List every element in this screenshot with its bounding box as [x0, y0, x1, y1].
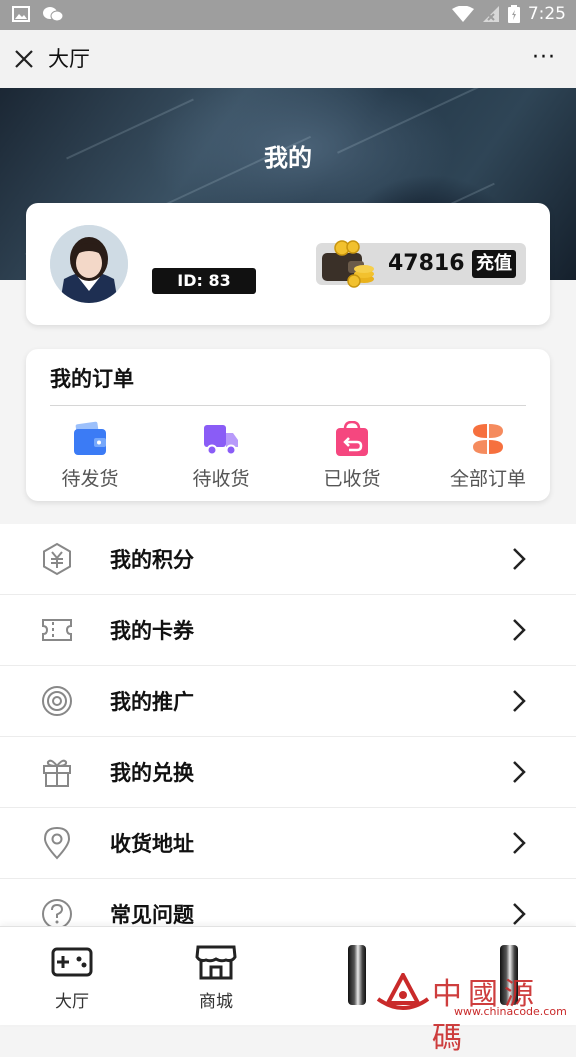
- balance-value: 47816: [388, 251, 465, 276]
- page-title: 我的: [264, 144, 312, 172]
- order-received[interactable]: 已收货: [302, 420, 402, 491]
- order-pending-receipt[interactable]: 待收货: [171, 421, 271, 491]
- watermark-emblem-icon: [376, 973, 430, 1010]
- chevron-right-icon: [513, 548, 526, 570]
- tab-lobby[interactable]: 大厅: [27, 943, 117, 1012]
- battery-icon: [507, 5, 520, 23]
- menu-item-exchange[interactable]: 我的兑换: [0, 737, 576, 808]
- wallet-icon: [74, 421, 106, 455]
- image-notification-icon: [12, 6, 30, 22]
- menu-label: 常见问题: [110, 903, 194, 927]
- tab-placeholder: [348, 945, 366, 1005]
- chevron-right-icon: [513, 832, 526, 854]
- tab-label: 大厅: [55, 992, 89, 1012]
- orders-heading: 我的订单: [50, 367, 134, 391]
- chevron-right-icon: [513, 690, 526, 712]
- status-time: 7:25: [527, 4, 566, 24]
- wechat-notification-icon: [43, 7, 64, 22]
- coupon-icon: [42, 619, 72, 641]
- profile-card: ID: 83 47816 充值: [26, 203, 550, 325]
- menu-item-address[interactable]: 收货地址: [0, 808, 576, 879]
- shop-icon: [195, 945, 237, 980]
- user-id-badge: ID: 83: [152, 268, 256, 294]
- points-icon: [43, 542, 71, 576]
- order-pending-shipment[interactable]: 待发货: [40, 421, 140, 491]
- status-bar: 7:25: [0, 0, 576, 30]
- menu-item-promotion[interactable]: 我的推广: [0, 666, 576, 737]
- menu-label: 我的卡券: [110, 619, 194, 643]
- menu-label: 我的积分: [110, 548, 194, 572]
- menu-label: 我的兑换: [110, 761, 194, 785]
- gift-icon: [43, 759, 71, 787]
- more-options-icon[interactable]: ···: [532, 47, 556, 69]
- grid-icon: [473, 424, 503, 454]
- tab-label: 商城: [199, 992, 233, 1012]
- order-label: 全部订单: [449, 468, 526, 490]
- close-icon[interactable]: [12, 47, 36, 71]
- order-label: 待收货: [192, 468, 250, 490]
- balance-pill: 47816 充值: [316, 240, 526, 288]
- chevron-right-icon: [513, 761, 526, 783]
- menu-list: 我的积分 我的卡券 我的推广 我的兑换 收货地址 常见问题: [0, 524, 576, 949]
- chevron-right-icon: [513, 903, 526, 925]
- order-all[interactable]: 全部订单: [432, 421, 544, 491]
- return-bag-icon: [336, 420, 368, 456]
- order-label: 已收货: [323, 468, 381, 490]
- menu-item-points[interactable]: 我的积分: [0, 524, 576, 595]
- gamepad-icon: [51, 947, 93, 977]
- wifi-icon: [451, 6, 474, 22]
- recharge-button[interactable]: 充值: [472, 250, 516, 278]
- chevron-right-icon: [513, 619, 526, 641]
- order-label: 待发货: [61, 468, 119, 490]
- my-orders-card: 我的订单 待发货 待收货 已收货 全部订单: [26, 349, 550, 501]
- avatar[interactable]: [50, 225, 128, 303]
- menu-item-coupons[interactable]: 我的卡券: [0, 595, 576, 666]
- location-icon: [43, 826, 71, 860]
- window-title: 大厅: [48, 47, 90, 71]
- target-icon: [42, 686, 72, 716]
- signal-icon: [482, 6, 499, 22]
- menu-label: 收货地址: [110, 832, 194, 856]
- truck-icon: [204, 425, 238, 456]
- menu-label: 我的推广: [110, 690, 194, 714]
- divider: [50, 405, 526, 406]
- bottom-tab-bar: 大厅 商城 中國源碼 www.chinacode.com: [0, 926, 576, 1056]
- tab-shop[interactable]: 商城: [171, 943, 261, 1012]
- wallet-coins-icon: [322, 240, 374, 288]
- watermark-logo: 中國源碼 www.chinacode.com: [376, 969, 572, 1056]
- title-bar: 大厅 ···: [0, 30, 576, 89]
- watermark-url: www.chinacode.com: [454, 1005, 567, 1018]
